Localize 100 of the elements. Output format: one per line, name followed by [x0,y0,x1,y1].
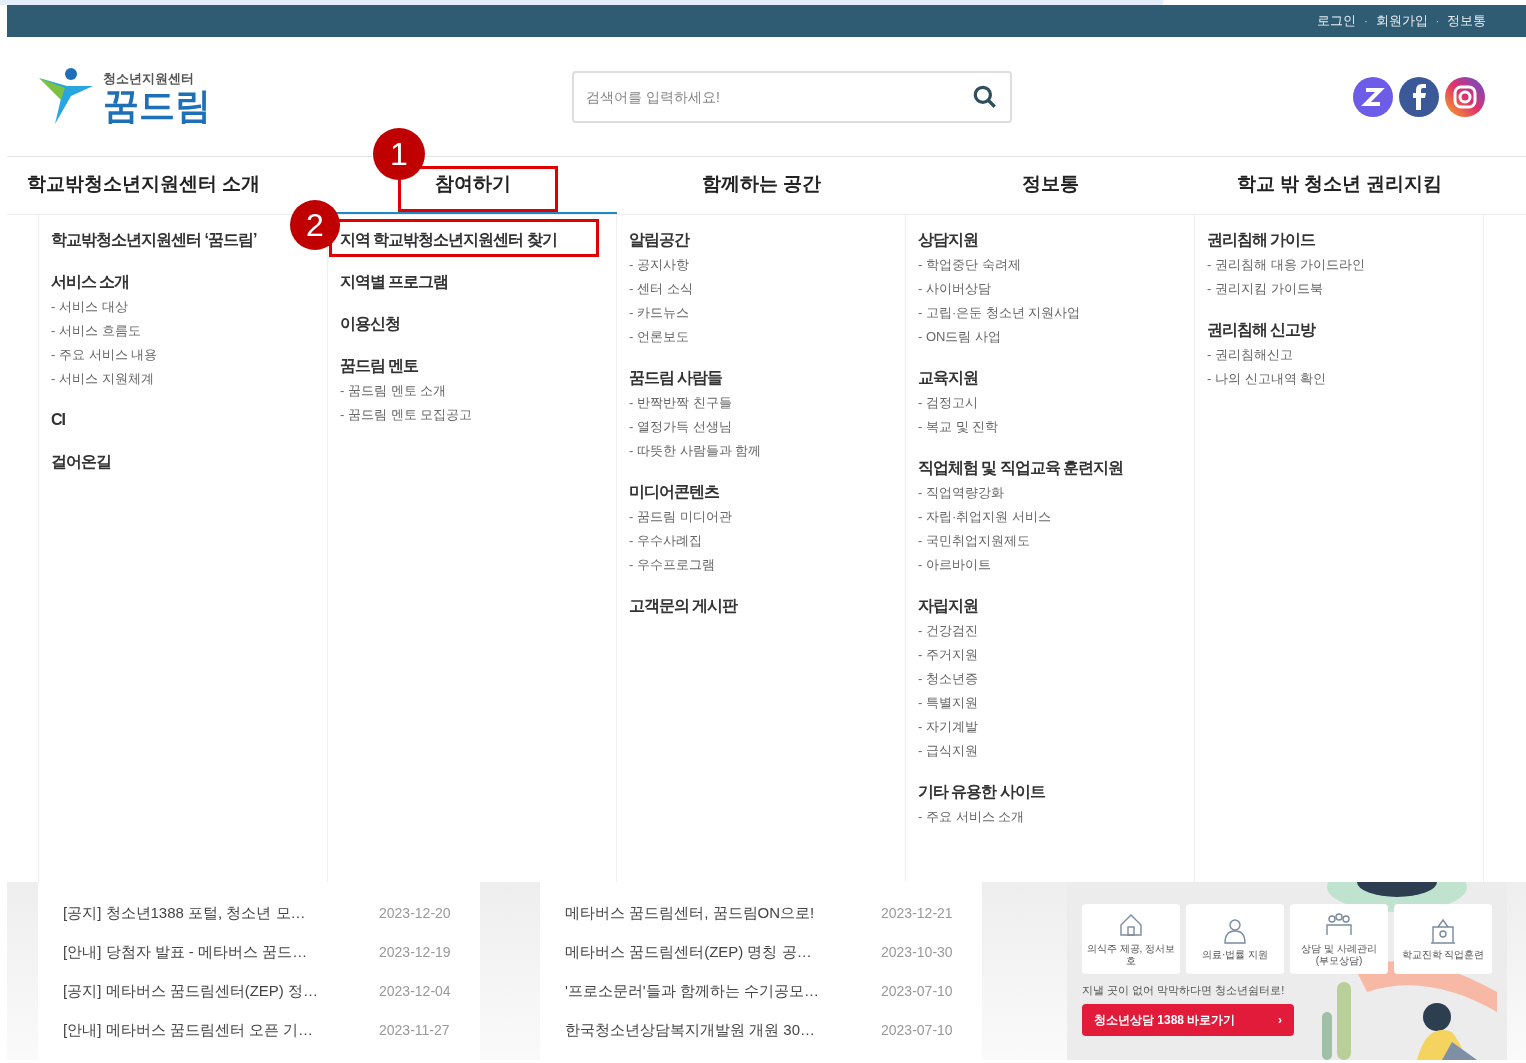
menu-item[interactable]: - 서비스 지원체계 [51,367,315,391]
menu-heading[interactable]: 권리침해 신고방 [1207,317,1316,343]
instagram-icon[interactable] [1444,75,1486,118]
menu-item[interactable]: - 직업역량강화 [918,481,1182,505]
menu-item[interactable]: - 따뜻한 사람들과 함께 [629,439,893,463]
step-marker: 1 [373,128,425,180]
menu-item[interactable]: - 권리침해신고 [1207,343,1471,367]
menu-item[interactable]: - 급식지원 [918,739,1182,763]
menu-item[interactable]: - 자립·취업지원 서비스 [918,505,1182,529]
menu-item[interactable]: - 자기계발 [918,715,1182,739]
menu-item[interactable]: - 학업중단 숙려제 [918,253,1182,277]
nav-tab[interactable]: 함께하는 공간 [617,157,906,214]
menu-item[interactable]: - 반짝반짝 친구들 [629,391,893,415]
notice-title[interactable]: '프로소문러'들과 함께하는 수기공모… [565,980,881,1003]
menu-item[interactable]: - 서비스 흐름도 [51,319,315,343]
counseling-button[interactable]: 청소년상담 1388 바로가기 › [1082,1003,1294,1036]
menu-item[interactable]: - 권리지킴 가이드북 [1207,277,1471,301]
service-tile[interactable]: 의료·법률 지원 [1186,904,1284,974]
menu-item[interactable]: - 꿈드림 미디어관 [629,505,893,529]
notice-date: 2023-10-30 [881,943,953,962]
menu-item[interactable]: - 언론보도 [629,325,893,349]
tile-label: 의료·법률 지원 [1200,948,1270,962]
menu-heading[interactable]: 고객문의 게시판 [629,593,738,619]
tile-label: 학교진학 직업훈련 [1400,948,1486,962]
search-icon[interactable] [972,83,998,110]
service-tile[interactable]: 의식주 제공, 정서보호 [1082,904,1180,974]
menu-item[interactable]: - 서비스 대상 [51,295,315,319]
top-link[interactable]: 정보통 [1447,11,1486,31]
notice-title[interactable]: [공지] 메타버스 꿈드림센터(ZEP) 정… [63,980,379,1003]
menu-heading[interactable]: 상담지원 [918,227,978,253]
notice-title[interactable]: [공지] 청소년1388 포털, 청소년 모… [63,902,379,925]
menu-item[interactable]: - 카드뉴스 [629,301,893,325]
facebook-icon[interactable] [1398,75,1440,118]
menu-item[interactable]: - 열정가득 선생님 [629,415,893,439]
notice-date: 2023-12-04 [379,982,451,1001]
menu-heading[interactable]: 걸어온길 [51,449,111,475]
service-tile[interactable]: 학교진학 직업훈련 [1394,904,1492,974]
notice-date: 2023-12-20 [379,904,451,923]
link-separator: · [1364,14,1368,29]
service-tile[interactable]: 상담 및 사례관리 (부모상담) [1290,904,1388,974]
menu-item[interactable]: - 공지사항 [629,253,893,277]
menu-item[interactable]: - 나의 신고내역 확인 [1207,367,1471,391]
menu-heading[interactable]: 알림공간 [629,227,689,253]
menu-heading[interactable]: 직업체험 및 직업교육 훈련지원 [918,455,1124,481]
menu-item[interactable]: - 사이버상담 [918,277,1182,301]
menu-heading[interactable]: 교육지원 [918,365,978,391]
menu-item[interactable]: - 청소년증 [918,667,1182,691]
top-link[interactable]: 회원가입 [1375,11,1428,31]
menu-item[interactable]: - 주요 서비스 소개 [918,805,1182,829]
menu-heading[interactable]: 자립지원 [918,593,978,619]
logo-title: 꿈드림 [103,88,211,125]
menu-item[interactable]: - 건강검진 [918,619,1182,643]
menu-item[interactable]: - 복교 및 진학 [918,415,1182,439]
menu-heading[interactable]: 미디어콘텐츠 [629,479,719,505]
menu-heading[interactable]: 지역별 프로그램 [340,269,449,295]
menu-heading[interactable]: 학교밖청소년지원센터 ‘꿈드림’ [51,227,257,253]
notice-title[interactable]: 메타버스 꿈드림센터(ZEP) 명칭 공… [565,941,881,964]
menu-item[interactable]: - 주거지원 [918,643,1182,667]
logo[interactable]: 청소년지원센터 꿈드림 [37,65,537,128]
menu-heading[interactable]: 이용신청 [340,311,400,337]
notice-date: 2023-07-10 [881,982,953,1001]
tile-label: 상담 및 사례관리 (부모상담) [1300,942,1378,968]
notice-date: 2023-12-21 [881,904,953,923]
menu-heading[interactable]: 꿈드림 사람들 [629,365,723,391]
menu-heading[interactable]: 권리침해 가이드 [1207,227,1316,253]
menu-heading[interactable]: 지역 학교밖청소년지원센터 찾기 [340,227,557,253]
zep-icon[interactable] [1352,75,1394,118]
notice-date: 2023-11-27 [379,1021,450,1040]
menu-item[interactable]: - 권리침해 대응 가이드라인 [1207,253,1471,277]
menu-item[interactable]: - 꿈드림 멘토 모집공고 [340,403,604,427]
top-link[interactable]: 로그인 [1317,11,1357,31]
notice-date: 2023-12-19 [379,943,451,962]
menu-item[interactable]: - 아르바이트 [918,553,1182,577]
menu-heading[interactable]: 기타 유용한 사이트 [918,779,1045,805]
menu-item[interactable]: - 고립·은둔 청소년 지원사업 [918,301,1182,325]
search-field[interactable]: 검색어를 입력하세요! [572,70,1012,123]
notice-date: 2023-07-10 [881,1021,953,1040]
nav-tab[interactable]: 학교 밖 청소년 권리지킴 [1195,157,1484,214]
menu-item[interactable]: - 주요 서비스 내용 [51,343,315,367]
tile-label: 의식주 제공, 정서보호 [1085,942,1177,968]
menu-item[interactable]: - 우수사례집 [629,529,893,553]
notice-title[interactable]: 한국청소년상담복지개발원 개원 30… [565,1019,881,1042]
menu-item[interactable]: - 특별지원 [918,691,1182,715]
menu-item[interactable]: - ON드림 사업 [918,325,1182,349]
menu-item[interactable]: - 센터 소식 [629,277,893,301]
notice-title[interactable]: [안내] 메타버스 꿈드림센터 오픈 기… [63,1019,379,1042]
menu-heading[interactable]: 꿈드림 멘토 [340,353,419,379]
menu-heading[interactable]: 서비스 소개 [51,269,130,295]
notice-title[interactable]: [안내] 당첨자 발표 - 메타버스 꿈드… [63,941,379,964]
notice-title[interactable]: 메타버스 꿈드림센터, 꿈드림ON으로! [565,902,881,925]
menu-heading[interactable]: CI [51,407,65,433]
step-marker: 2 [290,200,340,250]
menu-item[interactable]: - 검정고시 [918,391,1182,415]
menu-item[interactable]: - 꿈드림 멘토 소개 [340,379,604,403]
logo-subtitle: 청소년지원센터 [103,69,195,88]
menu-item[interactable]: - 국민취업지원제도 [918,529,1182,553]
menu-item[interactable]: - 우수프로그램 [629,553,893,577]
link-separator: · [1435,14,1439,29]
building-icon [1428,916,1458,945]
nav-tab[interactable]: 정보통 [906,157,1195,214]
